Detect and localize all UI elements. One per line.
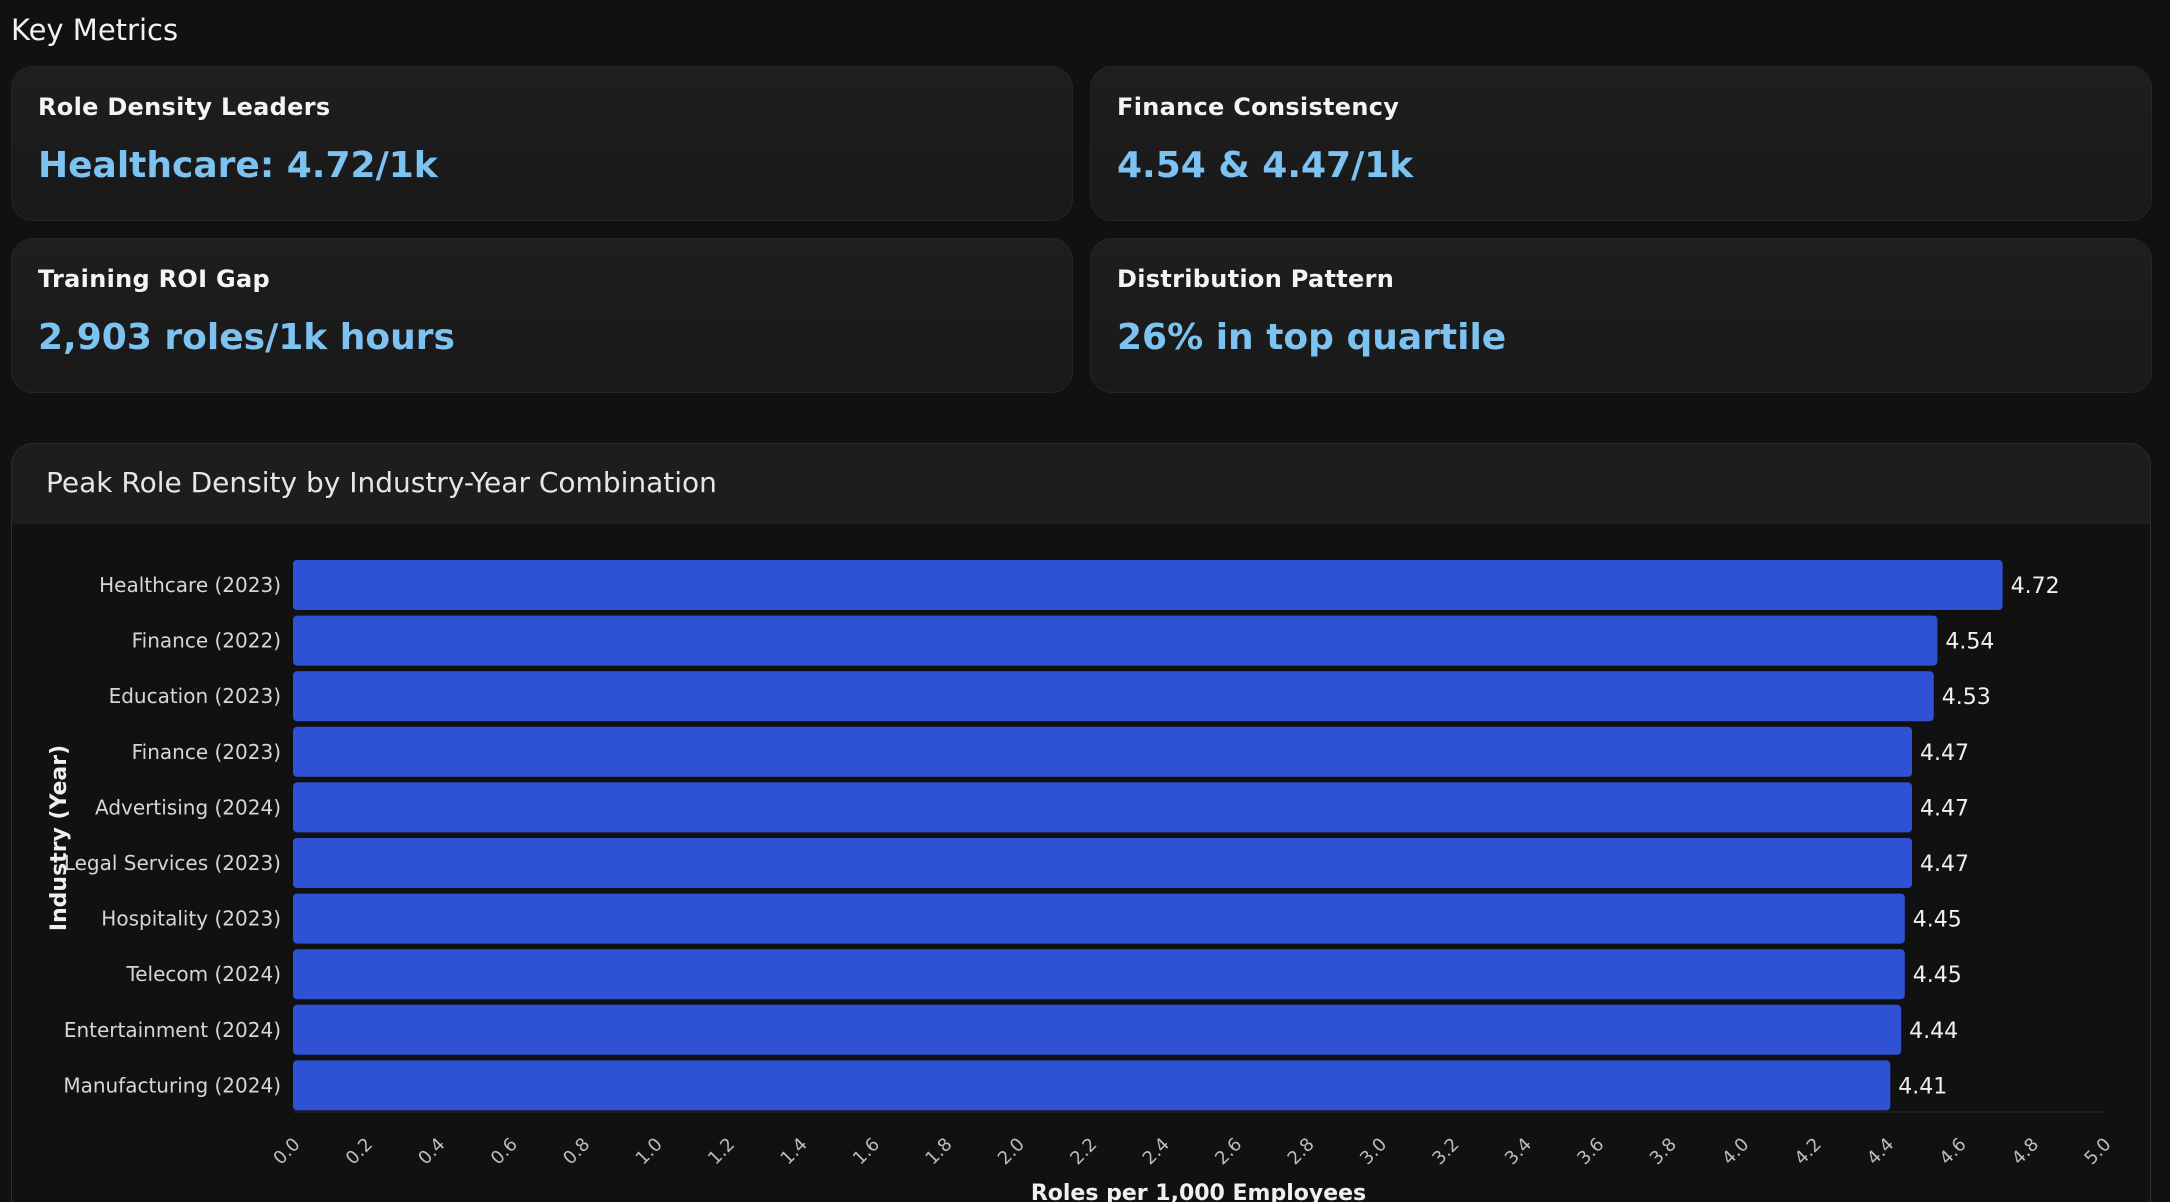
metric-card-label: Finance Consistency (1117, 93, 1400, 121)
bar[interactable] (293, 1004, 1902, 1055)
bar[interactable] (293, 671, 1934, 722)
metric-card-finance-consistency: Finance Consistency 4.54 & 4.47/1k (1090, 66, 2152, 221)
category-label: Hospitality (2023) (101, 907, 281, 931)
metric-card-value: Healthcare: 4.72/1k (38, 145, 438, 186)
bar[interactable] (293, 838, 1913, 888)
category-label: Finance (2022) (132, 629, 281, 653)
bars-group (293, 560, 2003, 1111)
metric-card-value: 26% in top quartile (1117, 317, 1507, 358)
x-tick-label: 5.0 (2080, 1134, 2115, 1169)
category-label: Manufacturing (2024) (63, 1073, 281, 1097)
value-label: 4.47 (1920, 741, 1969, 766)
x-tick-label: 2.2 (1066, 1134, 1101, 1169)
x-tick-label: 2.8 (1284, 1134, 1319, 1169)
x-tick-label: 1.2 (704, 1134, 739, 1169)
x-tick-label: 0.8 (559, 1134, 594, 1169)
metric-card-training-roi: Training ROI Gap 2,903 roles/1k hours (11, 238, 1073, 393)
x-tick-label: 2.0 (994, 1134, 1029, 1169)
x-tick-label: 4.2 (1791, 1134, 1826, 1169)
x-tick-label: 3.2 (1428, 1134, 1463, 1169)
x-axis-ticks: 0.0 0.2 0.4 0.6 0.8 1.0 1.2 1.4 1.6 1.8 2.0 2.2 2.4 2… (269, 1134, 2115, 1169)
x-axis-title: Roles per 1,000 Employees (1031, 1181, 1366, 1202)
value-label: 4.44 (1909, 1019, 1958, 1044)
category-label: Entertainment (2024) (64, 1018, 281, 1042)
x-tick-label: 2.6 (1211, 1134, 1246, 1169)
metric-card-value: 4.54 & 4.47/1k (1117, 145, 1414, 186)
value-label: 4.45 (1913, 908, 1962, 933)
dashboard-page: Key Metrics Role Density Leaders Healthc… (0, 0, 2170, 1202)
metric-card-label: Distribution Pattern (1117, 265, 1395, 293)
metric-card-distribution-pattern: Distribution Pattern 26% in top quartile (1090, 238, 2152, 393)
x-tick-label: 4.6 (1936, 1134, 1971, 1169)
x-tick-label: 0.6 (487, 1134, 522, 1169)
category-label: Advertising (2024) (95, 795, 281, 819)
x-tick-label: 1.8 (921, 1134, 956, 1169)
category-labels: Healthcare (2023) Finance (2022) Education… (63, 573, 281, 1097)
metric-card-label: Role Density Leaders (38, 93, 331, 121)
category-label: Legal Services (2023) (64, 851, 281, 875)
x-tick-label: 3.6 (1573, 1134, 1608, 1169)
value-label: 4.45 (1913, 963, 1962, 988)
category-label: Finance (2023) (132, 740, 281, 764)
x-tick-label: 1.0 (632, 1134, 667, 1169)
bar-chart: Healthcare (2023) Finance (2022) Education… (47, 560, 2116, 1202)
category-label: Healthcare (2023) (99, 573, 281, 597)
bar[interactable] (293, 782, 1913, 833)
bar[interactable] (293, 560, 2003, 610)
x-tick-label: 1.6 (849, 1134, 884, 1169)
value-label: 4.47 (1920, 796, 1969, 821)
value-label: 4.41 (1898, 1074, 1947, 1099)
value-label: 4.53 (1942, 685, 1991, 710)
bar[interactable] (293, 949, 1905, 1000)
x-tick-label: 2.4 (1139, 1134, 1174, 1169)
category-label: Education (2023) (109, 684, 281, 708)
x-tick-label: 3.8 (1646, 1134, 1681, 1169)
value-label: 4.47 (1920, 852, 1969, 877)
bar[interactable] (293, 893, 1905, 944)
y-axis-title: Industry (Year) (47, 745, 72, 931)
bar[interactable] (293, 726, 1913, 777)
x-tick-label: 3.4 (1501, 1134, 1536, 1169)
bar[interactable] (293, 1060, 1891, 1111)
x-tick-label: 1.4 (777, 1134, 812, 1169)
section-title: Key Metrics (11, 13, 179, 47)
x-tick-label: 4.4 (1863, 1134, 1898, 1169)
bar[interactable] (293, 615, 1938, 666)
metric-card-value: 2,903 roles/1k hours (38, 317, 455, 358)
x-tick-label: 0.2 (342, 1134, 377, 1169)
category-label: Telecom (2024) (125, 962, 281, 986)
x-tick-label: 4.8 (2008, 1134, 2043, 1169)
value-label: 4.54 (1945, 630, 1994, 655)
x-tick-label: 4.0 (1718, 1134, 1753, 1169)
x-tick-label: 0.4 (414, 1134, 449, 1169)
metric-card-role-density: Role Density Leaders Healthcare: 4.72/1k (11, 66, 1073, 221)
metric-card-label: Training ROI Gap (38, 265, 270, 293)
x-tick-label: 3.0 (1356, 1134, 1391, 1169)
value-label: 4.72 (2011, 574, 2060, 599)
x-tick-label: 0.0 (269, 1134, 304, 1169)
chart-panel: Peak Role Density by Industry-Year Combi… (11, 443, 2151, 1202)
